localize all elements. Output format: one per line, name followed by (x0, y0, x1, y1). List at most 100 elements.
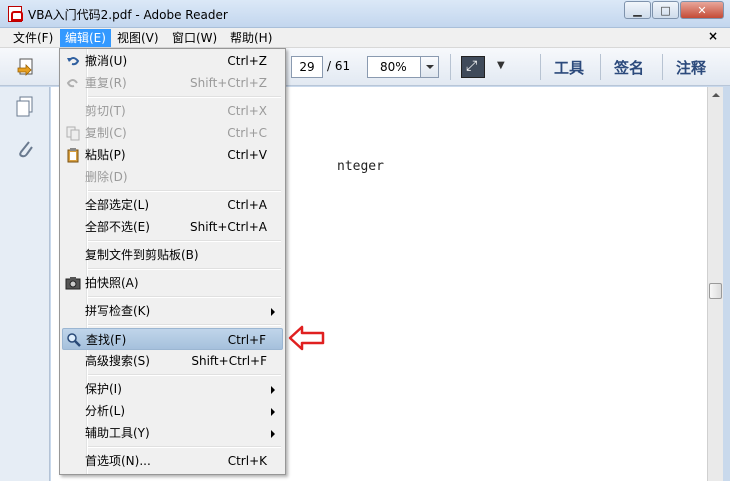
menu-item-label: 删除(D) (85, 170, 128, 184)
window-title: VBA入门代码2.pdf - Adobe Reader (28, 8, 228, 22)
menu-item-label: 全部不选(E) (85, 220, 150, 234)
toolbar-divider (450, 54, 451, 80)
menu-item-accessibility[interactable]: 辅助工具(Y) (62, 422, 283, 444)
redo-icon (66, 79, 78, 88)
pages-icon[interactable] (14, 95, 36, 119)
navigation-panel (0, 87, 50, 481)
vertical-scrollbar[interactable] (707, 87, 723, 481)
menu-item-snapshot[interactable]: 拍快照(A) (62, 272, 283, 294)
close-button[interactable]: ✕ (680, 1, 724, 19)
toolbar-divider (662, 54, 663, 80)
menu-separator (88, 296, 281, 298)
menu-item-undo[interactable]: 撤消(U) Ctrl+Z (62, 50, 283, 72)
menu-item-copy-file-to-clipboard[interactable]: 复制文件到剪贴板(B) (62, 244, 283, 266)
undo-icon (67, 57, 80, 66)
toolbar-divider (600, 54, 601, 80)
menu-item-shortcut: Ctrl+V (227, 148, 267, 162)
menu-item-find[interactable]: 查找(F) Ctrl+F (62, 328, 283, 350)
menu-item-copy[interactable]: 复制(C) Ctrl+C (62, 122, 283, 144)
attachment-icon[interactable] (14, 137, 36, 161)
menu-separator (88, 240, 281, 242)
menu-item-advanced-search[interactable]: 高级搜索(S) Shift+Ctrl+F (62, 350, 283, 372)
menu-separator (88, 446, 281, 448)
menu-item-label: 撤消(U) (85, 54, 128, 68)
menu-item-label: 粘贴(P) (85, 148, 126, 162)
menu-item-delete[interactable]: 删除(D) (62, 166, 283, 188)
menu-item-spell-check[interactable]: 拼写检查(K) (62, 300, 283, 322)
scrollbar-thumb[interactable] (709, 283, 722, 299)
menu-item-analysis[interactable]: 分析(L) (62, 400, 283, 422)
menu-item-shortcut: Ctrl+F (227, 333, 266, 347)
sign-button[interactable]: 签名 (614, 57, 644, 78)
search-icon (67, 333, 81, 347)
menu-item-label: 复制(C) (85, 126, 127, 140)
camera-icon (65, 277, 81, 290)
fit-page-icon[interactable] (461, 56, 485, 78)
menu-file[interactable]: 文件(F) (8, 29, 58, 47)
edit-menu-dropdown: 撤消(U) Ctrl+Z 重复(R) Shift+Ctrl+Z 剪切(T) Ct… (59, 48, 286, 475)
menu-item-label: 全部选定(L) (85, 198, 150, 212)
menu-item-label: 拼写检查(K) (85, 304, 151, 318)
menu-item-label: 拍快照(A) (85, 276, 139, 290)
red-arrow-annotation-icon (288, 325, 325, 351)
page-number-input[interactable]: 29 (291, 56, 323, 78)
title-bar: VBA入门代码2.pdf - Adobe Reader ▁ □ ✕ (0, 0, 730, 28)
zoom-value: 80% (380, 60, 407, 74)
menu-item-shortcut: Ctrl+C (227, 126, 267, 140)
menu-item-select-all[interactable]: 全部选定(L) Ctrl+A (62, 194, 283, 216)
menu-item-shortcut: Shift+Ctrl+Z (190, 76, 267, 90)
minimize-button[interactable]: ▁ (624, 1, 651, 19)
open-file-icon[interactable] (16, 56, 38, 78)
toolbar-more-icon[interactable]: ▼ (497, 60, 505, 71)
menu-help[interactable]: 帮助(H) (225, 29, 277, 47)
menu-item-cut[interactable]: 剪切(T) Ctrl+X (62, 100, 283, 122)
menu-item-shortcut: Ctrl+A (227, 198, 267, 212)
menu-item-shortcut: Ctrl+Z (227, 54, 267, 68)
submenu-arrow-icon (271, 408, 275, 416)
menu-item-shortcut: Shift+Ctrl+F (191, 354, 267, 368)
paste-icon (67, 148, 79, 163)
menu-item-label: 分析(L) (85, 404, 126, 418)
menu-separator (88, 268, 281, 270)
tools-button[interactable]: 工具 (554, 57, 584, 78)
menu-item-shortcut: Shift+Ctrl+A (190, 220, 267, 234)
menu-item-shortcut: Ctrl+K (227, 454, 267, 468)
menu-item-label: 查找(F) (86, 333, 127, 347)
menu-separator (88, 190, 281, 192)
adobe-reader-icon (8, 6, 23, 22)
maximize-button[interactable]: □ (652, 1, 679, 19)
menu-separator (88, 374, 281, 376)
menu-edit[interactable]: 编辑(E) (60, 29, 111, 47)
menu-item-protection[interactable]: 保护(I) (62, 378, 283, 400)
menu-view[interactable]: 视图(V) (112, 29, 164, 47)
menu-item-label: 辅助工具(Y) (85, 426, 150, 440)
scroll-up-icon[interactable] (708, 87, 724, 103)
menu-item-label: 复制文件到剪贴板(B) (85, 248, 199, 262)
menu-item-preferences[interactable]: 首选项(N)... Ctrl+K (62, 450, 283, 472)
menu-item-label: 保护(I) (85, 382, 122, 396)
zoom-select[interactable]: 80% (367, 56, 439, 78)
menu-item-paste[interactable]: 粘贴(P) Ctrl+V (62, 144, 283, 166)
menu-item-label: 重复(R) (85, 76, 127, 90)
menu-window[interactable]: 窗口(W) (167, 29, 222, 47)
chevron-down-icon[interactable] (420, 57, 438, 77)
comment-button[interactable]: 注释 (676, 57, 706, 78)
submenu-arrow-icon (271, 386, 275, 394)
menu-item-label: 剪切(T) (85, 104, 126, 118)
document-close-icon[interactable]: × (708, 29, 718, 43)
menu-bar: 文件(F) 编辑(E) 视图(V) 窗口(W) 帮助(H) × (0, 28, 730, 48)
menu-item-deselect-all[interactable]: 全部不选(E) Shift+Ctrl+A (62, 216, 283, 238)
submenu-arrow-icon (271, 430, 275, 438)
menu-separator (88, 324, 281, 326)
page-total: / 61 (327, 59, 351, 73)
submenu-arrow-icon (271, 308, 275, 316)
menu-item-redo[interactable]: 重复(R) Shift+Ctrl+Z (62, 72, 283, 94)
document-text: nteger (337, 159, 384, 174)
window-controls: ▁ □ ✕ (623, 1, 724, 19)
window-border (723, 87, 730, 481)
menu-item-shortcut: Ctrl+X (227, 104, 267, 118)
menu-item-label: 首选项(N)... (85, 454, 151, 468)
menu-separator (88, 96, 281, 98)
copy-icon (66, 126, 80, 141)
menu-item-label: 高级搜索(S) (85, 354, 150, 368)
